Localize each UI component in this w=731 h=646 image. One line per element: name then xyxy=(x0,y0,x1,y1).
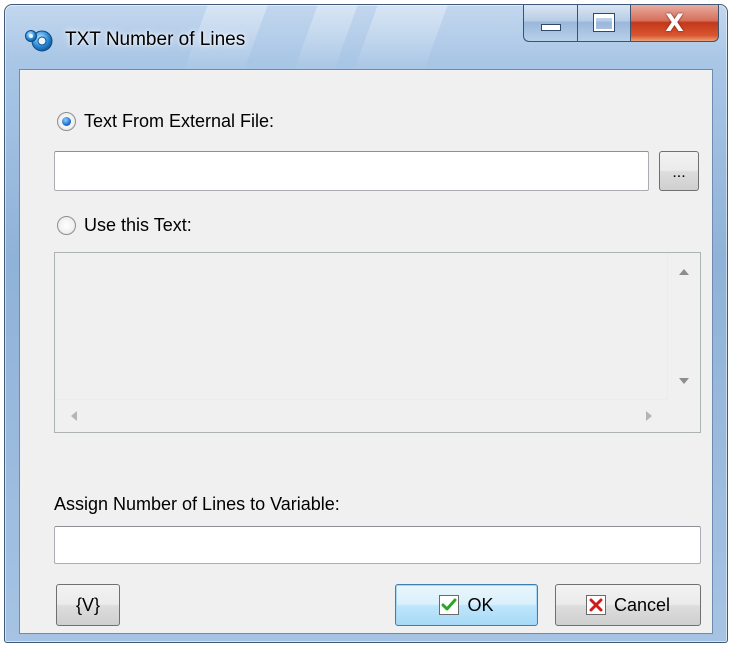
file-path-input[interactable] xyxy=(54,151,649,191)
text-memo[interactable] xyxy=(54,252,701,433)
checkmark-icon xyxy=(439,595,460,615)
close-icon: X xyxy=(665,8,684,37)
cancel-label: Cancel xyxy=(613,594,671,615)
scroll-up-icon[interactable] xyxy=(679,269,689,275)
external-file-label: Text From External File: xyxy=(84,111,275,131)
horizontal-scrollbar[interactable] xyxy=(55,399,668,432)
insert-variable-label: {V} xyxy=(75,594,101,615)
app-icon xyxy=(25,30,53,52)
scroll-down-icon[interactable] xyxy=(679,378,689,384)
use-text-option[interactable]: Use this Text: xyxy=(57,215,192,236)
window-title: TXT Number of Lines xyxy=(65,29,246,50)
radio-selected-dot xyxy=(62,117,71,126)
maximize-button[interactable] xyxy=(577,5,631,42)
dialog-client-area: Text From External File: ... Use this Te… xyxy=(19,69,713,634)
external-file-option[interactable]: Text From External File: xyxy=(57,111,274,132)
dialog-window: TXT Number of Lines X Text From External… xyxy=(4,4,728,643)
assign-variable-label: Assign Number of Lines to Variable: xyxy=(54,494,340,514)
ok-button[interactable]: OK xyxy=(395,584,538,626)
cancel-x-icon xyxy=(585,595,606,615)
ok-label: OK xyxy=(467,594,494,615)
scroll-right-icon[interactable] xyxy=(646,411,652,421)
minimize-icon xyxy=(540,24,561,31)
external-file-radio[interactable] xyxy=(57,112,76,131)
use-text-radio[interactable] xyxy=(57,216,76,235)
scroll-left-icon[interactable] xyxy=(71,411,77,421)
insert-variable-button[interactable]: {V} xyxy=(56,584,120,626)
browse-label: ... xyxy=(672,164,686,181)
caption-buttons: X xyxy=(523,5,719,42)
use-text-label: Use this Text: xyxy=(84,215,192,235)
minimize-button[interactable] xyxy=(523,5,577,42)
maximize-icon xyxy=(593,13,615,32)
vertical-scrollbar[interactable] xyxy=(667,253,700,400)
scrollbar-corner xyxy=(668,400,700,432)
title-bar[interactable]: TXT Number of Lines X xyxy=(5,5,727,69)
variable-name-input[interactable] xyxy=(54,526,701,564)
cancel-button[interactable]: Cancel xyxy=(555,584,701,626)
close-button[interactable]: X xyxy=(631,5,719,42)
browse-file-button[interactable]: ... xyxy=(659,151,699,191)
